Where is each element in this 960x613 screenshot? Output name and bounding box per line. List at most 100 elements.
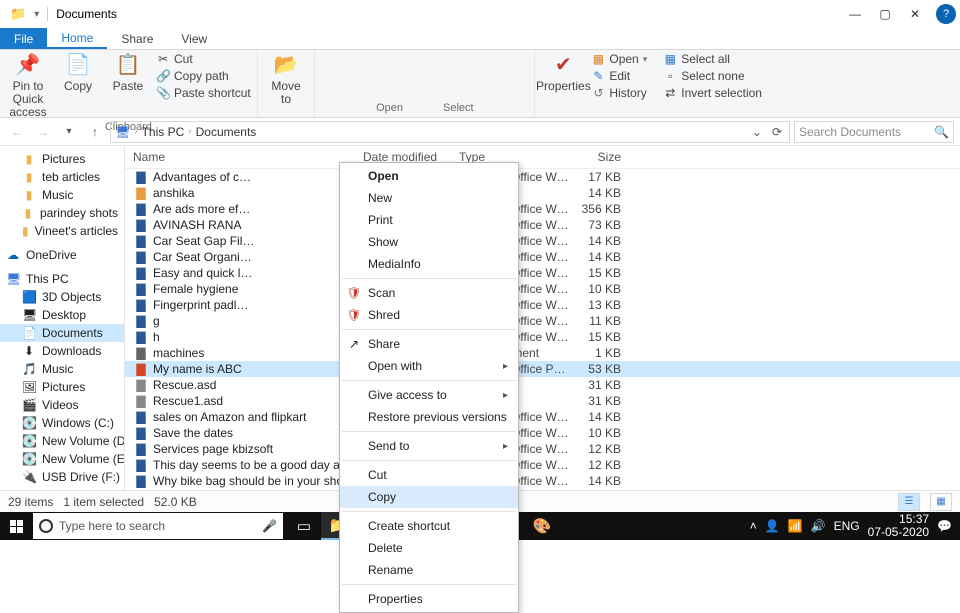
tray-volume-icon[interactable]: 🔊 — [811, 519, 826, 533]
tray-language[interactable]: ENG — [834, 519, 860, 533]
nav-item[interactable]: ▮parindey shots — [0, 204, 124, 222]
taskbar-paint[interactable]: 🎨 — [525, 512, 559, 540]
ctx-create-shortcut[interactable]: Create shortcut — [340, 515, 518, 537]
pin-quick-access-button[interactable]: 📌Pin to Quick access — [6, 52, 50, 120]
ctx-restore[interactable]: Restore previous versions — [340, 406, 518, 428]
file-row[interactable]: ▇ This day seems to be a good day as you… — [125, 457, 960, 473]
history-button[interactable]: ↺History — [591, 86, 647, 100]
file-row[interactable]: ▇ My name is ABC 07-05-2020 15:30 Micros… — [125, 361, 960, 377]
nav-back-button[interactable]: ← — [6, 121, 28, 143]
help-button[interactable]: ? — [936, 4, 956, 24]
paste-shortcut-button[interactable]: 📎Paste shortcut — [156, 86, 251, 100]
tray-chevron-icon[interactable]: ˄ — [750, 519, 757, 533]
file-row[interactable]: ▇ machines …0 01:56 Text Document 1 KB — [125, 345, 960, 361]
ctx-print[interactable]: Print — [340, 209, 518, 231]
move-to-button[interactable]: 📂Move to — [264, 52, 308, 106]
system-tray[interactable]: ˄ 👤 📶 🔊 ENG 15:37 07-05-2020 💬 — [742, 513, 960, 539]
file-list[interactable]: ▇ Advantages of c… …0 22:17 Microsoft Of… — [125, 169, 960, 538]
invert-selection-button[interactable]: ⇄Invert selection — [663, 86, 762, 100]
file-row[interactable]: ▇ Easy and quick l… …0 09:16 Microsoft O… — [125, 265, 960, 281]
nav-item[interactable]: 🟦3D Objects — [0, 288, 124, 306]
breadcrumb-root[interactable]: This PC — [142, 125, 185, 139]
start-button[interactable] — [0, 512, 32, 540]
details-view-button[interactable]: ☰ — [898, 493, 920, 511]
select-none-button[interactable]: ▫Select none — [663, 69, 762, 83]
file-row[interactable]: ▇ anshika …0 22:31 PNG File 14 KB — [125, 185, 960, 201]
ctx-delete[interactable]: Delete — [340, 537, 518, 559]
breadcrumb-location[interactable]: Documents — [196, 125, 257, 139]
nav-item[interactable]: 📄Documents — [0, 324, 124, 342]
nav-forward-button[interactable]: → — [32, 121, 54, 143]
properties-button[interactable]: ✔Properties — [541, 52, 585, 93]
file-row[interactable]: ▇ Advantages of c… …0 22:17 Microsoft Of… — [125, 169, 960, 185]
refresh-button[interactable]: ⟳ — [769, 125, 785, 139]
tray-network-icon[interactable]: 📶 — [788, 519, 803, 533]
file-row[interactable]: ▇ Rescue1.asd 06-04-2020 13:12 ASD File … — [125, 393, 960, 409]
close-button[interactable]: ✕ — [900, 0, 930, 28]
copy-path-button[interactable]: 🔗Copy path — [156, 69, 251, 83]
tab-home[interactable]: Home — [47, 28, 107, 49]
ctx-copy[interactable]: Copy — [340, 486, 518, 508]
file-row[interactable]: ▇ AVINASH RANA …0 20:12 Microsoft Office… — [125, 217, 960, 233]
file-row[interactable]: ▇ Fingerprint padl… …0 16:01 Microsoft O… — [125, 297, 960, 313]
qat-down-icon[interactable]: ▾ — [34, 9, 39, 20]
file-row[interactable]: ▇ Car Seat Organi… …0 02:16 Microsoft Of… — [125, 249, 960, 265]
ctx-shred[interactable]: 🛡Shred — [340, 304, 518, 326]
file-row[interactable]: ▇ Why bike bag should be in your shoppin… — [125, 473, 960, 489]
tab-view[interactable]: View — [167, 28, 221, 49]
file-row[interactable]: ▇ Are ads more ef… …0 03:00 Microsoft Of… — [125, 201, 960, 217]
nav-item[interactable]: 🖼Pictures — [0, 378, 124, 396]
nav-item[interactable]: 🔌USB Drive (F:) — [0, 468, 124, 486]
tab-file[interactable]: File — [0, 28, 47, 49]
file-row[interactable]: ▇ sales on Amazon and flipkart 26-09-201… — [125, 409, 960, 425]
ctx-show[interactable]: Show — [340, 231, 518, 253]
file-row[interactable]: ▇ h …0 01:42 Microsoft Office Wor… 15 KB — [125, 329, 960, 345]
breadcrumb-dropdown-button[interactable]: ⌄ — [749, 125, 765, 139]
ctx-share[interactable]: ↗Share — [340, 333, 518, 355]
column-headers[interactable]: Name Date modified Type Size — [125, 146, 960, 169]
nav-item[interactable]: 💽New Volume (E:) — [0, 450, 124, 468]
ctx-open[interactable]: Open — [340, 165, 518, 187]
copy-button[interactable]: 📄Copy — [56, 52, 100, 93]
nav-recent-button[interactable]: ▾ — [58, 121, 80, 143]
nav-item[interactable]: 🎵Music — [0, 360, 124, 378]
file-row[interactable]: ▇ Rescue.asd 06-04-2020 13:12 ASD File 3… — [125, 377, 960, 393]
icons-view-button[interactable]: ▦ — [930, 493, 952, 511]
select-all-button[interactable]: ▦Select all — [663, 52, 762, 66]
nav-item[interactable]: ▮Music — [0, 186, 124, 204]
col-name[interactable]: Name — [133, 150, 363, 164]
breadcrumb[interactable]: 🖥 › This PC › Documents ⌄ ⟳ — [110, 121, 790, 143]
ctx-properties[interactable]: Properties — [340, 588, 518, 610]
nav-item[interactable]: 💽New Volume (D:) — [0, 432, 124, 450]
nav-item[interactable]: ▮teb articles — [0, 168, 124, 186]
edit-button[interactable]: ✎Edit — [591, 69, 647, 83]
nav-up-button[interactable]: ↑ — [84, 121, 106, 143]
minimize-button[interactable]: — — [840, 0, 870, 28]
nav-thispc[interactable]: 🖥This PC — [0, 270, 124, 288]
tray-clock[interactable]: 15:37 07-05-2020 — [868, 513, 929, 539]
nav-item[interactable]: ⬇Downloads — [0, 342, 124, 360]
file-row[interactable]: ▇ Car Seat Gap Fil… …0 23:21 Microsoft O… — [125, 233, 960, 249]
nav-item[interactable]: ▮Pictures — [0, 150, 124, 168]
file-row[interactable]: ▇ Female hygiene …0 17:46 Microsoft Offi… — [125, 281, 960, 297]
tray-notifications-icon[interactable]: 💬 — [937, 519, 952, 533]
col-size[interactable]: Size — [569, 150, 627, 164]
file-row[interactable]: ▇ g …0 15:54 Microsoft Office Wor… 11 KB — [125, 313, 960, 329]
nav-item[interactable]: 💽Windows (C:) — [0, 414, 124, 432]
nav-item[interactable]: 🎬Videos — [0, 396, 124, 414]
file-row[interactable]: ▇ Save the dates 05-01-2020 11:12 Micros… — [125, 425, 960, 441]
nav-item[interactable]: ▮Vineet's articles — [0, 222, 124, 240]
ctx-open-with[interactable]: Open with▸ — [340, 355, 518, 377]
ctx-mediainfo[interactable]: MediaInfo — [340, 253, 518, 275]
ctx-rename[interactable]: Rename — [340, 559, 518, 581]
ctx-give-access[interactable]: Give access to▸ — [340, 384, 518, 406]
nav-pane[interactable]: ▮Pictures▮teb articles▮Music▮parindey sh… — [0, 146, 125, 538]
cut-button[interactable]: ✂Cut — [156, 52, 251, 66]
search-input[interactable]: Search Documents 🔍 — [794, 121, 954, 143]
ctx-new[interactable]: New — [340, 187, 518, 209]
ctx-scan[interactable]: 🛡Scan — [340, 282, 518, 304]
ctx-cut[interactable]: Cut — [340, 464, 518, 486]
tray-people-icon[interactable]: 👤 — [765, 519, 780, 533]
ctx-send-to[interactable]: Send to▸ — [340, 435, 518, 457]
open-button[interactable]: ▦Open▾ — [591, 52, 647, 66]
